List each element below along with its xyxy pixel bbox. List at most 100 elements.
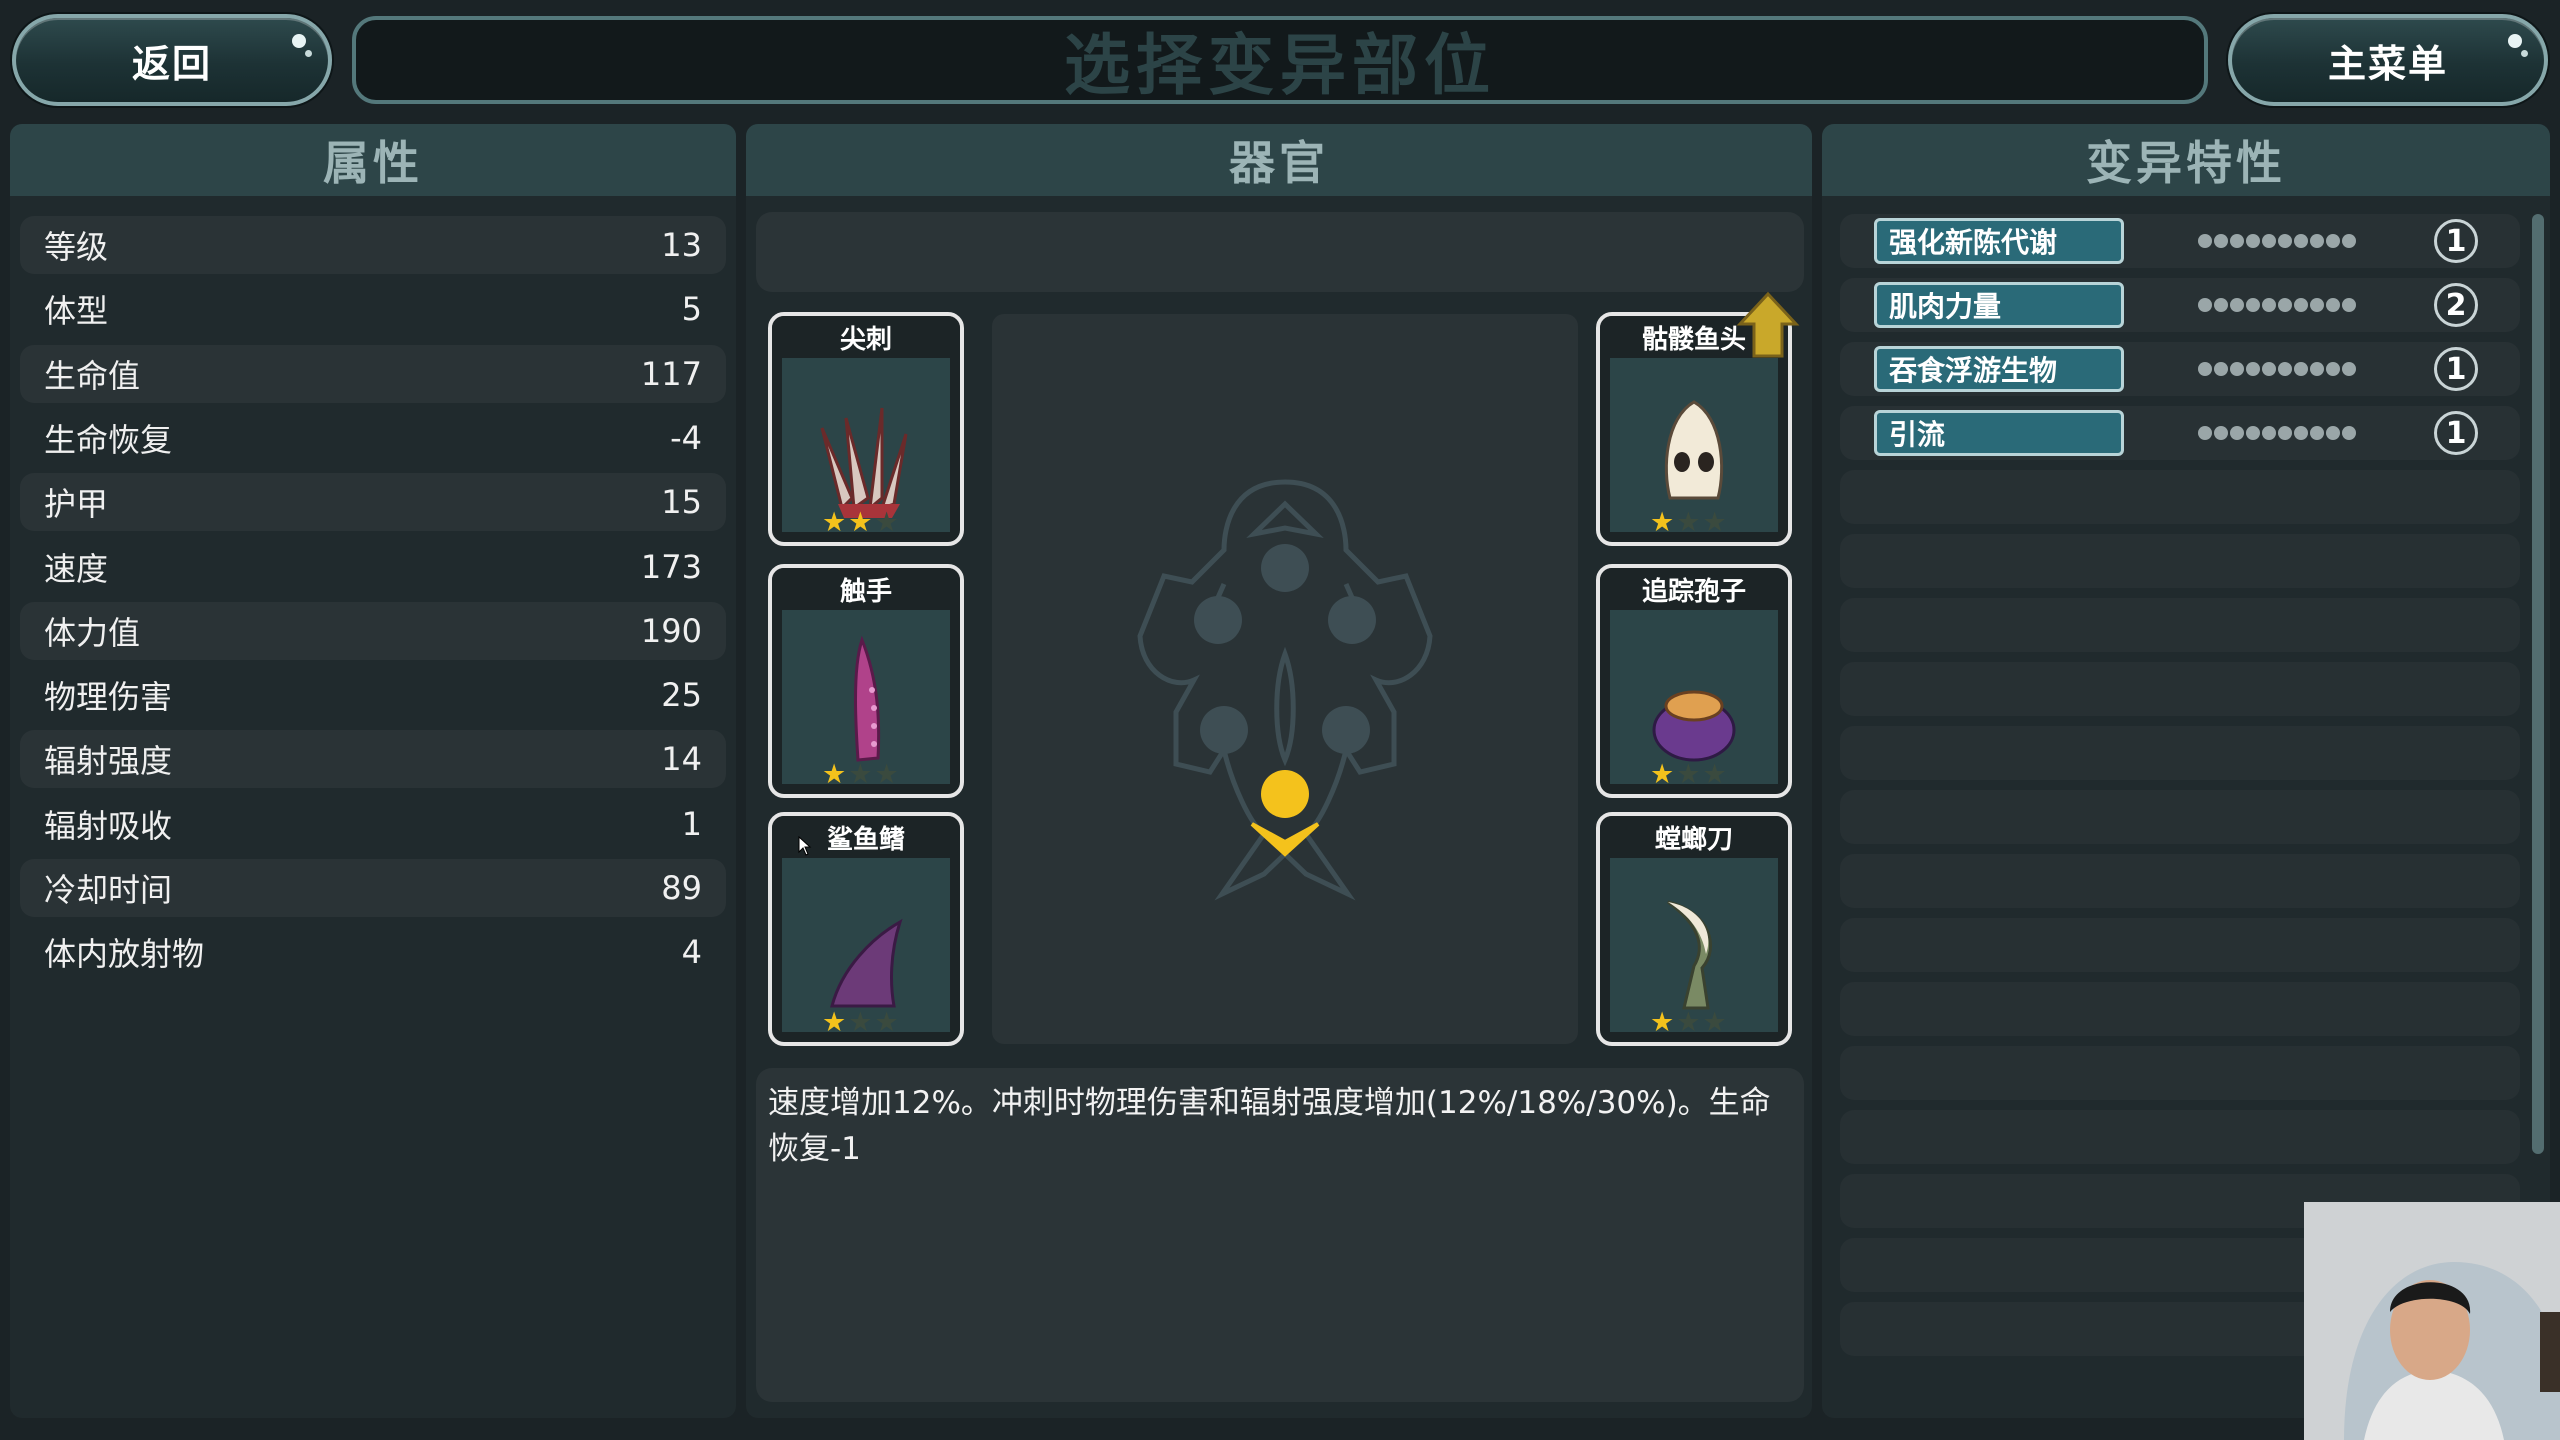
progress-dot	[2246, 234, 2260, 248]
stat-label: 速度	[44, 550, 109, 588]
trait-row[interactable]: 吞食浮游生物 1	[1840, 342, 2520, 396]
rating-stars: ★ ★ ★	[822, 508, 899, 538]
progress-dot	[2294, 298, 2308, 312]
slot-head[interactable]	[1261, 544, 1309, 592]
progress-dot	[2294, 426, 2308, 440]
star-icon: ★	[848, 507, 873, 538]
stat-row: 辐射吸收 1	[20, 795, 726, 853]
progress-dot	[2214, 234, 2228, 248]
progress-dot	[2342, 426, 2356, 440]
progress-dot	[2214, 298, 2228, 312]
trait-progress-dots	[2198, 426, 2362, 440]
progress-dot	[2326, 426, 2340, 440]
stat-label: 生命值	[44, 357, 141, 395]
organ-card-image	[782, 358, 950, 532]
progress-dot	[2310, 362, 2324, 376]
stat-value: 4	[681, 933, 702, 971]
stat-row: 生命恢复 -4	[20, 409, 726, 467]
star-icon: ★	[822, 1007, 847, 1038]
progress-dot	[2198, 426, 2212, 440]
slot-right-upper[interactable]	[1328, 596, 1376, 644]
organ-card-name: 触手	[772, 568, 960, 610]
organ-description-text: 速度增加12%。冲刺时物理伤害和辐射强度增加(12%/18%/30%)。生命恢复…	[768, 1085, 1771, 1167]
main-menu-button-label: 主菜单	[2327, 41, 2448, 86]
stat-label: 体力值	[44, 614, 141, 652]
trait-name-button[interactable]: 吞食浮游生物	[1874, 346, 2124, 392]
star-icon: ★	[1676, 1007, 1701, 1038]
stat-row: 物理伤害 25	[20, 666, 726, 724]
streamer-webcam-image	[2304, 1202, 2560, 1440]
star-icon: ★	[848, 1007, 873, 1038]
star-icon: ★	[874, 759, 899, 790]
progress-dot	[2326, 234, 2340, 248]
progress-dot	[2278, 298, 2292, 312]
progress-dot	[2198, 298, 2212, 312]
stat-row: 体型 5	[20, 280, 726, 338]
empty-trait-slot	[1840, 1046, 2520, 1100]
empty-trait-slot	[1840, 470, 2520, 524]
stat-value: 13	[661, 226, 702, 264]
empty-trait-slot	[1840, 1110, 2520, 1164]
progress-dot	[2262, 234, 2276, 248]
organ-card-mantis-blade[interactable]: 螳螂刀 ★ ★ ★	[1596, 812, 1792, 1046]
organ-card-tracking-spore[interactable]: 追踪孢子 ★ ★ ★	[1596, 564, 1792, 798]
webcam-overlay	[2304, 1202, 2560, 1440]
progress-dot	[2278, 234, 2292, 248]
progress-dot	[2278, 362, 2292, 376]
slot-right-lower[interactable]	[1322, 706, 1370, 754]
star-icon: ★	[1676, 507, 1701, 538]
star-icon: ★	[1676, 759, 1701, 790]
progress-dot	[2342, 234, 2356, 248]
progress-dot	[2214, 426, 2228, 440]
organ-description: 速度增加12%。冲刺时物理伤害和辐射强度增加(12%/18%/30%)。生命恢复…	[756, 1068, 1804, 1402]
stat-row: 速度 173	[20, 538, 726, 596]
progress-dot	[2230, 362, 2244, 376]
organ-card-image	[782, 858, 950, 1032]
trait-progress-dots	[2198, 234, 2362, 248]
rating-stars: ★ ★ ★	[1650, 760, 1727, 790]
trait-name-button[interactable]: 强化新陈代谢	[1874, 218, 2124, 264]
main-menu-button[interactable]: 主菜单	[2228, 14, 2548, 106]
star-icon: ★	[1702, 759, 1727, 790]
stat-label: 护甲	[44, 485, 109, 523]
star-icon: ★	[1650, 759, 1675, 790]
traits-scrollbar[interactable]	[2532, 214, 2544, 1154]
organ-header: 器官	[746, 124, 1812, 196]
stat-label: 辐射吸收	[44, 807, 173, 845]
stat-row: 辐射强度 14	[20, 730, 726, 788]
rating-stars: ★ ★ ★	[1650, 508, 1727, 538]
traits-header: 变异特性	[1822, 124, 2550, 196]
organ-card-spike[interactable]: 尖刺 ★ ★ ★	[768, 312, 964, 546]
stat-value: 1	[681, 805, 702, 843]
progress-dot	[2278, 426, 2292, 440]
trait-count-badge: 1	[2434, 347, 2478, 391]
stat-row: 等级 13	[20, 216, 726, 274]
organ-card-image	[782, 610, 950, 784]
progress-dot	[2230, 234, 2244, 248]
trait-row[interactable]: 肌肉力量 2	[1840, 278, 2520, 332]
progress-dot	[2326, 362, 2340, 376]
progress-dot	[2214, 362, 2228, 376]
stat-value: 5	[681, 290, 702, 328]
trait-count-badge: 1	[2434, 411, 2478, 455]
slot-left-lower[interactable]	[1200, 706, 1248, 754]
organ-card-tentacle[interactable]: 触手 ★ ★ ★	[768, 564, 964, 798]
trait-name-button[interactable]: 引流	[1874, 410, 2124, 456]
star-icon: ★	[822, 759, 847, 790]
progress-dot	[2294, 234, 2308, 248]
stat-label: 体内放射物	[44, 935, 205, 973]
star-icon: ★	[822, 507, 847, 538]
stat-row: 生命值 117	[20, 345, 726, 403]
trait-row[interactable]: 强化新陈代谢 1	[1840, 214, 2520, 268]
trait-name-button[interactable]: 肌肉力量	[1874, 282, 2124, 328]
trait-row[interactable]: 引流 1	[1840, 406, 2520, 460]
back-button[interactable]: 返回	[12, 14, 332, 106]
slot-left-upper[interactable]	[1194, 596, 1242, 644]
progress-dot	[2246, 298, 2260, 312]
progress-dot	[2246, 362, 2260, 376]
stat-label: 冷却时间	[44, 871, 173, 909]
organ-card-image	[1610, 358, 1778, 532]
empty-trait-slot	[1840, 918, 2520, 972]
stat-value: 15	[661, 483, 702, 521]
slot-selected-tail[interactable]	[1261, 770, 1309, 818]
